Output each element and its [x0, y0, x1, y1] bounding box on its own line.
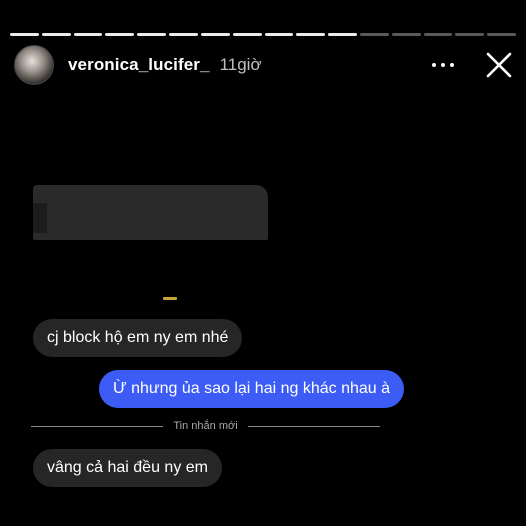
incoming-message: cj block hộ em ny em nhé	[33, 319, 243, 357]
progress-segment	[137, 33, 167, 36]
progress-segment	[487, 33, 516, 36]
new-messages-divider: Tin nhắn mới	[31, 419, 380, 433]
progress-segment	[232, 33, 262, 36]
avatar[interactable]	[14, 45, 54, 85]
more-dot	[441, 63, 445, 67]
redacted-block	[33, 203, 47, 233]
progress-segment	[359, 33, 389, 36]
progress-segment	[423, 33, 453, 36]
more-dot	[450, 63, 454, 67]
username[interactable]: veronica_lucifer_	[68, 55, 210, 75]
progress-segment	[169, 33, 198, 36]
progress-segment	[328, 33, 357, 36]
progress-segment	[391, 33, 421, 36]
progress-segment	[105, 33, 135, 36]
progress-segment	[264, 33, 294, 36]
redacted-block	[33, 185, 268, 240]
outgoing-message: Ừ nhưng ủa sao lại hai ng khác nhau à	[99, 370, 405, 408]
progress-segment	[41, 33, 71, 36]
post-time: 11giờ	[219, 55, 262, 74]
progress-segment	[296, 33, 326, 36]
more-options-button[interactable]	[432, 54, 454, 76]
progress-segment	[10, 33, 39, 36]
progress-segment	[455, 33, 485, 36]
story-header: veronica_lucifer_ 11giờ	[14, 44, 516, 86]
close-icon	[486, 52, 512, 78]
progress-segment	[200, 33, 230, 36]
divider-line	[247, 425, 380, 427]
redacted-artifact	[163, 297, 177, 300]
divider-label: Tin nhắn mới	[173, 420, 238, 432]
more-horizontal-icon	[432, 63, 436, 67]
incoming-message: vâng cả hai đều ny em	[33, 449, 222, 487]
close-button[interactable]	[484, 50, 514, 80]
story-progress-bar	[10, 33, 516, 36]
progress-segment	[73, 33, 103, 36]
divider-line	[31, 425, 164, 427]
